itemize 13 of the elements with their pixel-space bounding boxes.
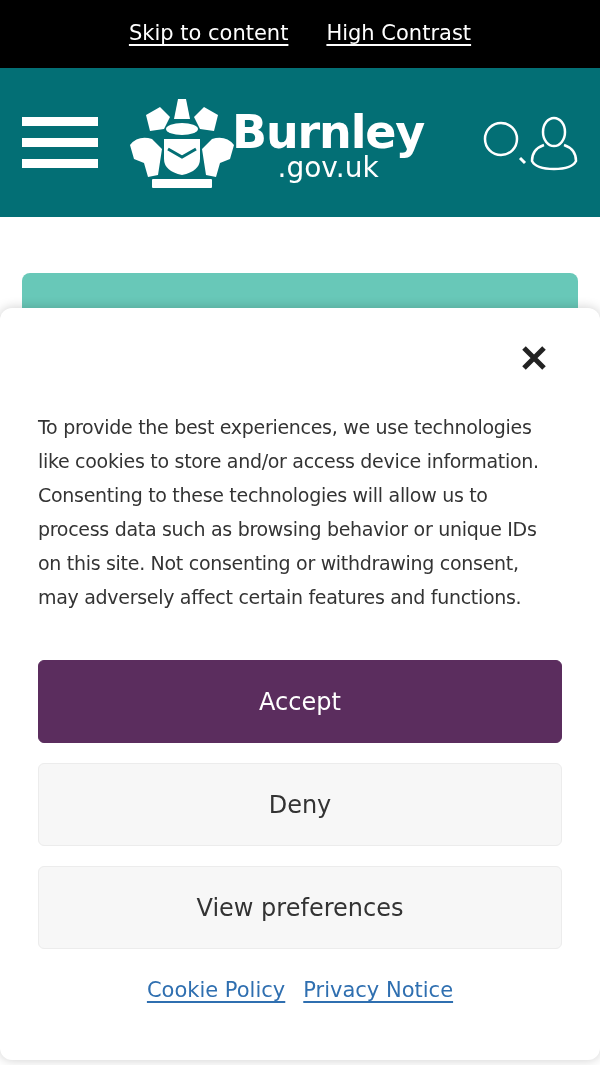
search-icon[interactable] bbox=[482, 119, 528, 166]
policy-link[interactable]: Cookie Policy bbox=[146, 975, 286, 1007]
consent-message: To provide the best experiences, we use technologies like cookies to store and/or access device information. Consenting to these technologies will allow us to process data such as browsing behavior or unique IDs on this site. Not consenting or withdrawing consent, may adversely affect certain features and functions. bbox=[38, 415, 540, 610]
top-link[interactable]: High Contrast bbox=[326, 18, 472, 50]
close-icon[interactable] bbox=[520, 344, 548, 372]
dialog-button[interactable]: Deny bbox=[38, 763, 562, 846]
top-link[interactable]: Skip to content bbox=[128, 18, 289, 50]
user-icon[interactable] bbox=[530, 114, 578, 171]
logo-name: Burnley bbox=[232, 107, 425, 156]
accept-button[interactable]: Accept bbox=[38, 660, 562, 743]
policy-link[interactable]: Privacy Notice bbox=[303, 975, 454, 1007]
dialog-button[interactable]: View preferences bbox=[38, 866, 562, 949]
menu-icon[interactable] bbox=[22, 116, 98, 169]
